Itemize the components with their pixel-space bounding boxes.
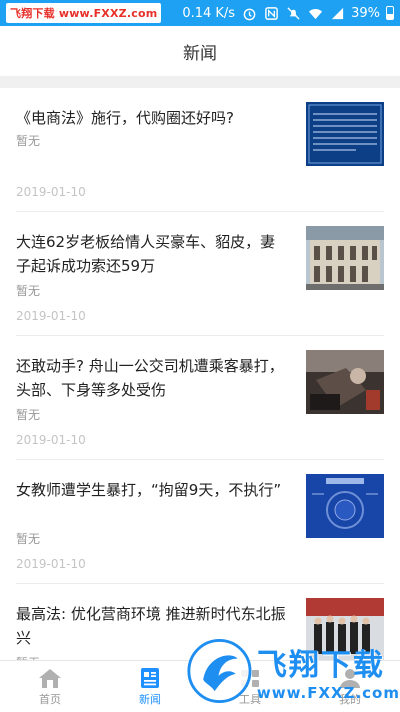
nav-tools-label: 工具: [239, 692, 261, 706]
news-list[interactable]: 《电商法》施行，代购圈还好吗? 暂无 2019-01-10 大连62岁老板给情人…: [0, 88, 400, 660]
news-item[interactable]: 《电商法》施行，代购圈还好吗? 暂无 2019-01-10: [16, 88, 384, 212]
nav-news[interactable]: 新闻: [100, 661, 200, 712]
news-date: 2019-01-10: [16, 433, 86, 447]
header-divider: [0, 76, 400, 88]
news-date: 2019-01-10: [16, 557, 86, 571]
news-source: 暂无: [16, 284, 41, 298]
news-date: 2019-01-10: [16, 185, 86, 199]
nav-home-label: 首页: [39, 692, 61, 706]
news-item[interactable]: 女教师遭学生暴打，“拘留9天，不执行” 暂无 2019-01-10: [16, 460, 384, 584]
signal-icon: [329, 5, 345, 21]
news-item[interactable]: 最高法: 优化营商环境 推进新时代东北振兴 暂无 2019-01-10: [16, 584, 384, 660]
news-thumbnail: [306, 102, 384, 166]
news-source: 暂无: [16, 134, 41, 148]
nav-profile[interactable]: 我的: [300, 661, 400, 712]
news-title: 最高法: 优化营商环境 推进新时代东北振兴: [16, 605, 286, 647]
nav-home[interactable]: 首页: [0, 661, 100, 712]
status-bar: 飞翔下载 www.FXXZ.com 0.14 K/s 39%: [0, 0, 400, 26]
tool-icon: [241, 669, 259, 687]
page-header: 新闻: [0, 26, 400, 76]
nav-news-label: 新闻: [139, 692, 161, 706]
news-source: 暂无: [16, 532, 41, 546]
news-title: 还敢动手? 舟山一公交司机遭乘客暴打，头部、下身等多处受伤: [16, 357, 284, 399]
news-item[interactable]: 还敢动手? 舟山一公交司机遭乘客暴打，头部、下身等多处受伤 暂无 2019-01…: [16, 336, 384, 460]
news-date: 2019-01-10: [16, 309, 86, 323]
battery-icon: [386, 6, 394, 20]
nav-profile-label: 我的: [339, 692, 361, 706]
network-speed: 0.14 K/s: [182, 5, 236, 21]
profile-icon: [340, 668, 360, 688]
alarm-icon: [241, 5, 257, 21]
news-title: 大连62岁老板给情人买豪车、貂皮，妻子起诉成功索还59万: [16, 233, 276, 275]
news-icon: [141, 667, 159, 688]
bottom-nav: 首页 新闻 工具 我的: [0, 660, 400, 712]
wifi-icon: [307, 5, 323, 21]
news-item[interactable]: 大连62岁老板给情人买豪车、貂皮，妻子起诉成功索还59万 暂无 2019-01-…: [16, 212, 384, 336]
news-source: 暂无: [16, 408, 41, 422]
status-indicators: 0.14 K/s 39%: [182, 5, 394, 21]
news-thumbnail: [306, 474, 384, 538]
news-thumbnail: [306, 226, 384, 290]
news-thumbnail: [306, 350, 384, 414]
watermark-label: 飞翔下载 www.FXXZ.com: [6, 3, 162, 23]
battery-percent: 39%: [351, 5, 380, 21]
nav-tools[interactable]: 工具: [200, 661, 300, 712]
news-thumbnail: [306, 598, 384, 660]
home-icon: [39, 668, 61, 688]
nfc-icon: [263, 5, 279, 21]
mute-icon: [285, 5, 301, 21]
news-title: 《电商法》施行，代购圈还好吗?: [16, 109, 234, 127]
page-title: 新闻: [183, 43, 217, 64]
news-title: 女教师遭学生暴打，“拘留9天，不执行”: [16, 481, 282, 499]
